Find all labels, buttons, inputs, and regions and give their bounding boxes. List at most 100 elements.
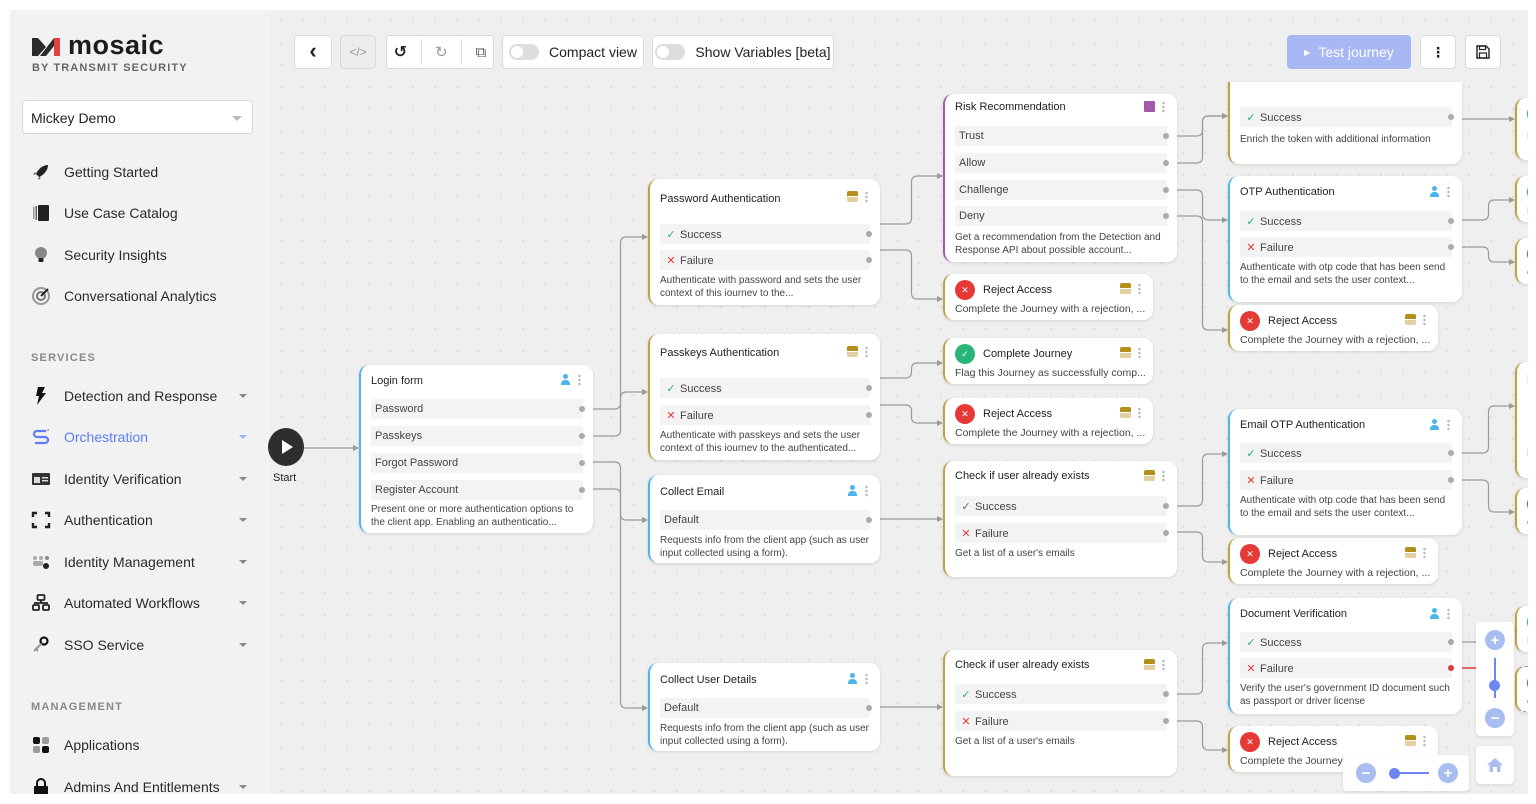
node-menu-icon[interactable] — [1447, 608, 1450, 620]
fit-view-button[interactable] — [1476, 746, 1514, 784]
outlet-port[interactable] — [1448, 450, 1454, 456]
toggle-switch[interactable] — [509, 44, 540, 60]
outlet-success[interactable]: ✓ Success — [660, 378, 872, 398]
outlet-challenge[interactable]: Challenge — [955, 180, 1169, 200]
outlet-port[interactable] — [1448, 244, 1454, 250]
outlet-port[interactable] — [1163, 133, 1169, 139]
chevron-down-icon[interactable] — [239, 601, 247, 605]
outlet-default[interactable]: Default — [660, 698, 872, 718]
sidebar-item-use-case-catalog[interactable]: Use Case Catalog — [10, 198, 260, 228]
more-options-button[interactable]: ⋮ — [1420, 35, 1456, 69]
toggle-switch[interactable] — [655, 44, 686, 60]
node-complete-journey-partial[interactable]: Fl — [1515, 606, 1528, 652]
outlet-passkeys[interactable]: Passkeys — [371, 426, 585, 446]
node-reject-access-partial[interactable]: C — [1515, 666, 1528, 712]
outlet-port[interactable] — [579, 406, 585, 412]
zoom-slider-track[interactable] — [1494, 658, 1496, 698]
chevron-down-icon[interactable] — [239, 394, 247, 398]
outlet-trust[interactable]: Trust — [955, 126, 1169, 146]
node-menu-icon[interactable] — [1447, 186, 1450, 198]
outlet-port[interactable] — [1163, 530, 1169, 536]
save-button[interactable] — [1465, 35, 1501, 69]
copy-icon[interactable]: ⧉ — [476, 44, 487, 61]
node-reject-access[interactable]: ✕ Reject Access Complete the Journey wit… — [943, 274, 1153, 320]
tenant-select[interactable]: Mickey Demo — [22, 100, 253, 134]
node-partial[interactable]: Re Re — [1515, 362, 1528, 478]
outlet-success[interactable]: ✓ Success — [955, 496, 1169, 516]
outlet-port[interactable] — [1448, 665, 1454, 671]
node-menu-icon[interactable] — [1162, 101, 1165, 113]
sidebar-item-identity-management[interactable]: Identity Management — [10, 547, 260, 577]
zoom-in-button[interactable]: + — [1438, 763, 1458, 783]
node-password-authentication[interactable]: Password Authentication ✓ Success ✕ Failur… — [648, 179, 880, 305]
outlet-success[interactable]: ✓ Success — [1240, 211, 1454, 231]
outlet-success[interactable]: ✓ Success — [660, 224, 872, 244]
outlet-default[interactable]: Default — [660, 510, 872, 530]
node-menu-icon[interactable] — [1423, 314, 1426, 326]
outlet-register-account[interactable]: Register Account — [371, 480, 585, 500]
node-menu-icon[interactable] — [1447, 419, 1450, 431]
undo-icon[interactable]: ↺ — [394, 42, 407, 62]
outlet-port[interactable] — [1163, 503, 1169, 509]
outlet-success[interactable]: ✓ Success — [955, 684, 1169, 704]
node-complete-journey[interactable]: ✓ Complete Journey Flag this Journey as … — [943, 338, 1153, 384]
node-menu-icon[interactable] — [1138, 407, 1141, 419]
outlet-port[interactable] — [579, 433, 585, 439]
chevron-down-icon[interactable] — [239, 435, 247, 439]
outlet-port[interactable] — [866, 412, 872, 418]
outlet-port[interactable] — [1163, 213, 1169, 219]
outlet-success[interactable]: ✓ Success — [1240, 443, 1454, 463]
zoom-slider-handle[interactable] — [1389, 768, 1400, 779]
outlet-port[interactable] — [866, 257, 872, 263]
sidebar-item-automated-workflows[interactable]: Automated Workflows — [10, 588, 260, 618]
outlet-port[interactable] — [1163, 691, 1169, 697]
node-otp-authentication[interactable]: OTP Authentication ✓ Success ✕ Failure Aut… — [1228, 176, 1462, 302]
node-menu-icon[interactable] — [1162, 659, 1165, 671]
node-collect-email[interactable]: Collect Email Default Requests info from… — [648, 475, 880, 563]
node-complete-journey-partial[interactable]: Fl — [1515, 176, 1528, 222]
chevron-down-icon[interactable] — [239, 560, 247, 564]
node-document-verification[interactable]: Document Verification ✓ Success ✕ Failure … — [1228, 598, 1462, 714]
outlet-failure[interactable]: ✕ Failure — [1240, 470, 1454, 490]
sidebar-item-authentication[interactable]: Authentication — [10, 505, 260, 535]
node-menu-icon[interactable] — [1423, 735, 1426, 747]
outlet-failure[interactable]: ✕ Failure — [1240, 658, 1454, 678]
node-reject-access[interactable]: ✕ Reject Access Complete the Journey wit… — [1228, 538, 1438, 584]
outlet-port[interactable] — [866, 705, 872, 711]
node-risk-recommendation[interactable]: Risk Recommendation Trust Allow Challeng… — [943, 94, 1177, 262]
node-menu-icon[interactable] — [865, 346, 868, 358]
chevron-down-icon[interactable] — [239, 518, 247, 522]
node-login-form[interactable]: Login form Password Passkeys Forgot Pass… — [359, 365, 593, 533]
outlet-port[interactable] — [866, 517, 872, 523]
sidebar-item-sso-service[interactable]: SSO Service — [10, 630, 260, 660]
journey-canvas[interactable]: ‹ </> ↺ ↻ ⧉ Compact view Show Variables … — [268, 10, 1528, 794]
back-button[interactable]: ‹ — [294, 35, 332, 69]
node-menu-icon[interactable] — [1423, 547, 1426, 559]
show-variables-toggle[interactable]: Show Variables [beta] — [652, 35, 834, 69]
node-reject-access-partial[interactable]: C — [1515, 238, 1528, 284]
outlet-port[interactable] — [579, 487, 585, 493]
sidebar-item-conversational-analytics[interactable]: Conversational Analytics — [10, 281, 260, 311]
outlet-port[interactable] — [1448, 218, 1454, 224]
node-collect-user-details[interactable]: Collect User Details Default Requests in… — [648, 663, 880, 751]
outlet-password[interactable]: Password — [371, 399, 585, 419]
outlet-port[interactable] — [866, 385, 872, 391]
node-reject-access[interactable]: ✕ Reject Access Complete the Journey wit… — [943, 398, 1153, 444]
node-complete-journey-partial[interactable]: Fl — [1515, 98, 1528, 160]
node-menu-icon[interactable] — [578, 374, 581, 386]
outlet-failure[interactable]: ✕ Failure — [660, 405, 872, 425]
chevron-down-icon[interactable] — [239, 477, 247, 481]
outlet-port[interactable] — [1163, 160, 1169, 166]
outlet-failure[interactable]: ✕ Failure — [955, 523, 1169, 543]
outlet-forgot-password[interactable]: Forgot Password — [371, 453, 585, 473]
start-node[interactable] — [268, 428, 304, 466]
node-menu-icon[interactable] — [865, 673, 868, 685]
outlet-port[interactable] — [1448, 114, 1454, 120]
outlet-port[interactable] — [1448, 639, 1454, 645]
outlet-port[interactable] — [866, 231, 872, 237]
outlet-port[interactable] — [1448, 477, 1454, 483]
outlet-port[interactable] — [1163, 187, 1169, 193]
outlet-deny[interactable]: Deny — [955, 206, 1169, 226]
zoom-slider-handle[interactable] — [1489, 680, 1500, 691]
node-check-user-exists[interactable]: Check if user already exists ✓ Success ✕ F… — [943, 461, 1177, 577]
